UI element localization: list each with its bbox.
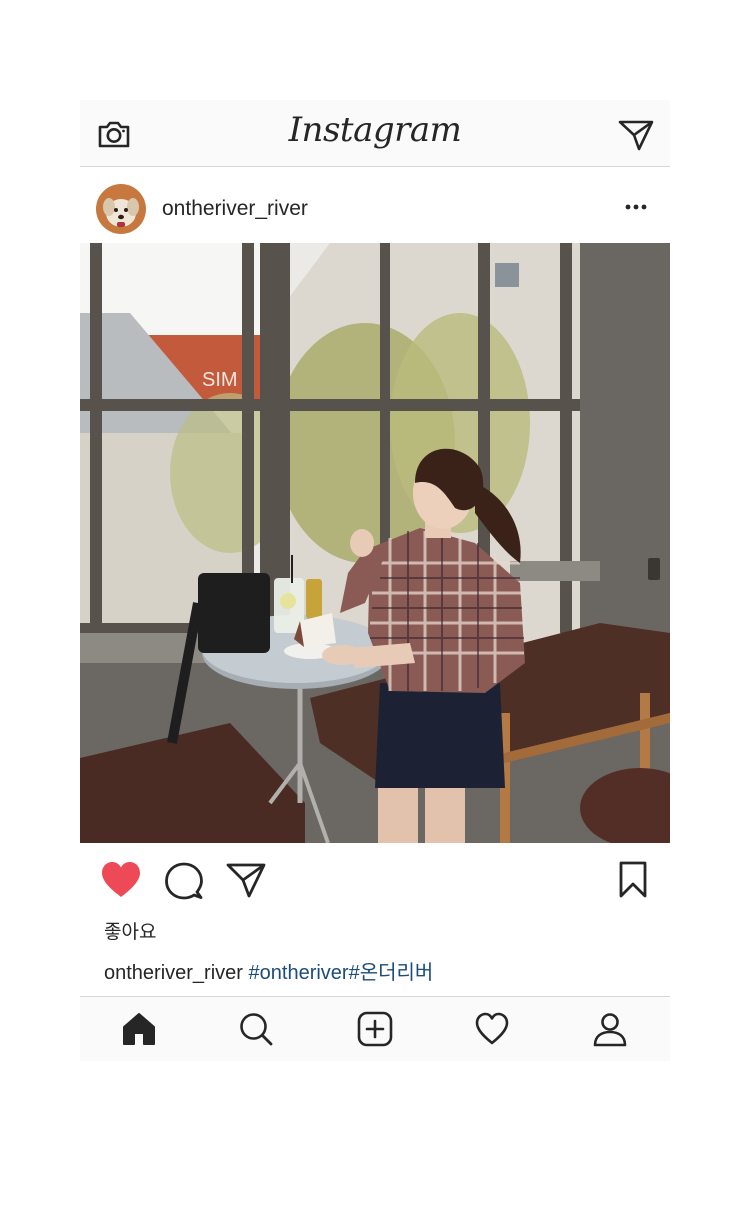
post-photo[interactable]: SIM bbox=[80, 243, 670, 843]
app-logo: Instagram bbox=[288, 110, 462, 150]
profile-icon[interactable] bbox=[592, 1011, 628, 1047]
cafe-window-photo: SIM bbox=[80, 243, 670, 843]
bookmark-icon[interactable] bbox=[618, 861, 648, 899]
more-options-icon[interactable] bbox=[624, 203, 648, 211]
comment-icon[interactable] bbox=[164, 861, 204, 901]
add-post-icon[interactable] bbox=[357, 1011, 393, 1047]
avatar[interactable] bbox=[96, 184, 146, 234]
post-action-bar bbox=[80, 843, 670, 917]
direct-message-icon[interactable] bbox=[618, 118, 654, 152]
activity-heart-icon[interactable] bbox=[474, 1011, 510, 1047]
bottom-navigation bbox=[80, 996, 670, 1061]
home-icon[interactable] bbox=[121, 1011, 157, 1047]
post-username[interactable]: ontheriver_river bbox=[162, 197, 308, 221]
caption-username[interactable]: ontheriver_river bbox=[104, 962, 243, 984]
likes-label[interactable]: 좋아요 bbox=[104, 917, 156, 944]
heart-filled-icon[interactable] bbox=[100, 861, 142, 899]
caption: ontheriver_river #ontheriver#온더리버 bbox=[104, 956, 433, 985]
caption-hashtags[interactable]: #ontheriver#온더리버 bbox=[249, 962, 434, 984]
instagram-post-frame: Instagram ontheriver_river SIM 좋아요 onthe… bbox=[80, 100, 670, 1061]
top-app-bar: Instagram bbox=[80, 100, 670, 167]
dog-avatar-image bbox=[96, 184, 146, 234]
post-header: ontheriver_river bbox=[80, 167, 670, 243]
search-icon[interactable] bbox=[238, 1011, 274, 1047]
photo-signage-text: SIM bbox=[202, 369, 238, 391]
share-icon[interactable] bbox=[226, 861, 266, 899]
